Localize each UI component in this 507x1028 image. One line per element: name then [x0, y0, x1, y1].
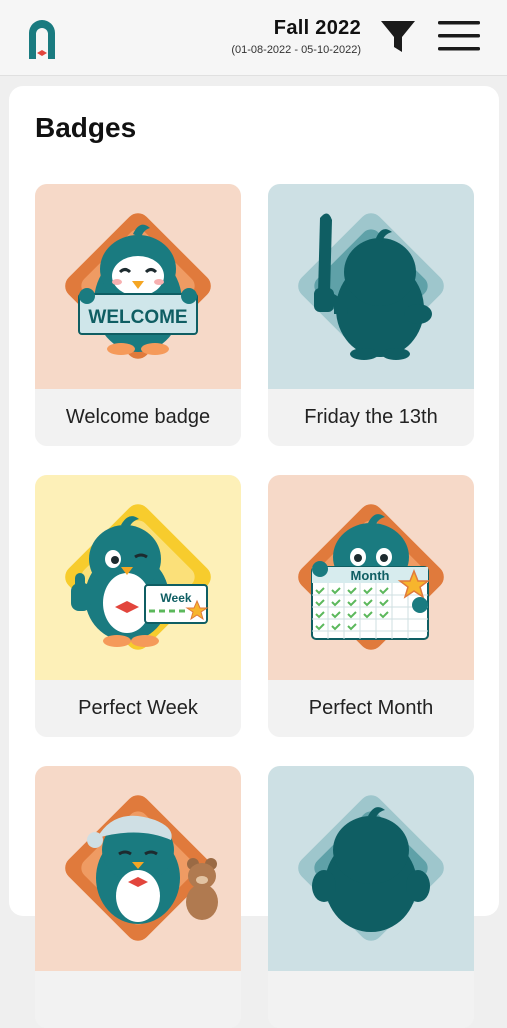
penguin-welcome-sign-icon: WELCOME	[35, 184, 241, 389]
badge-label	[268, 971, 474, 1028]
penguin-month-calendar-icon: Month	[268, 475, 474, 680]
badge-card[interactable]	[268, 766, 474, 1028]
badge-card[interactable]: Month Perfect Month	[268, 475, 474, 737]
filter-icon[interactable]	[380, 19, 416, 55]
badge-card[interactable]: WELCOME Welcome badge	[35, 184, 241, 446]
month-calendar-text: Month	[351, 568, 390, 583]
badge-card[interactable]: Friday the 13th	[268, 184, 474, 446]
term-dates: (01-08-2022 - 05-10-2022)	[231, 44, 361, 56]
week-calendar-text: Week	[160, 591, 191, 605]
badge-label: Perfect Week	[35, 680, 241, 737]
badge-label: Welcome badge	[35, 389, 241, 446]
penguin-sleepy-teddy-bear-icon	[35, 766, 241, 971]
badges-panel: Badges WELCOME Welcome badge Friday the …	[9, 86, 499, 1028]
penguin-thumbs-up-week-calendar-icon: Week	[35, 475, 241, 680]
top-bar: Fall 2022 (01-08-2022 - 05-10-2022)	[0, 0, 507, 76]
term-selector[interactable]: Fall 2022 (01-08-2022 - 05-10-2022)	[231, 16, 361, 58]
penguin-knife-silhouette-icon	[268, 184, 474, 389]
badge-label: Friday the 13th	[268, 389, 474, 446]
badge-card[interactable]	[35, 766, 241, 1028]
badge-label: Perfect Month	[268, 680, 474, 737]
app-logo-icon[interactable]	[26, 17, 58, 61]
penguin-silhouette-icon	[268, 766, 474, 971]
welcome-sign-text: WELCOME	[88, 307, 187, 328]
term-name: Fall 2022	[273, 17, 361, 39]
badge-card[interactable]: Week Perfect Week	[35, 475, 241, 737]
page-title: Badges	[35, 112, 137, 143]
hamburger-menu-icon[interactable]	[437, 19, 481, 53]
badge-label	[35, 971, 241, 1028]
